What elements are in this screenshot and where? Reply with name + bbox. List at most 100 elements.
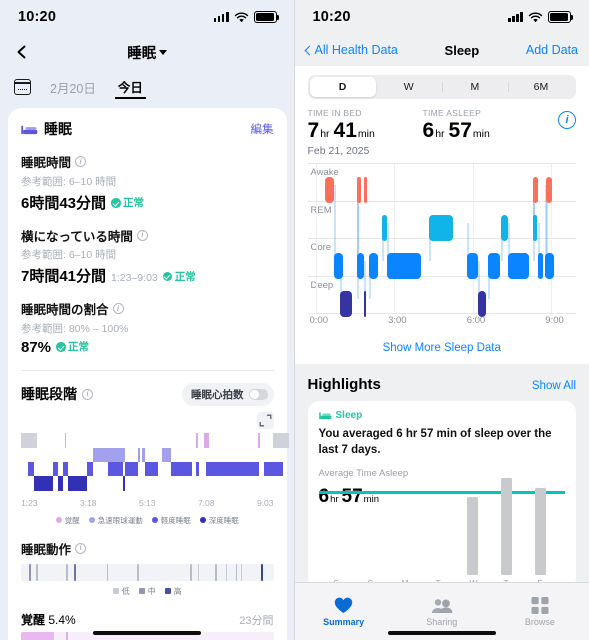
nav-bar-right: All Health Data Sleep Add Data <box>295 34 589 66</box>
sleep-stage-segment <box>205 461 260 476</box>
stat-minutes-unit: min <box>357 128 375 140</box>
status-time: 10:20 <box>312 9 351 25</box>
toggle-switch[interactable] <box>248 388 268 400</box>
x-tick: 0:00 <box>309 315 329 326</box>
weekly-sleep-bar-chart[interactable]: SSMTWTF <box>319 455 566 588</box>
vertical-gridline <box>315 163 317 313</box>
info-icon[interactable]: i <box>112 303 124 314</box>
x-tick: 3:18 <box>79 497 97 508</box>
sleep-stage-segment <box>357 177 361 203</box>
sleep-stages-chart[interactable] <box>21 432 289 495</box>
chart-date: Feb 21, 2025 <box>307 145 370 157</box>
motion-tick <box>190 563 192 581</box>
metric-range: 参考範囲: 6–10 時間 <box>21 249 117 261</box>
sleep-heart-rate-toggle[interactable]: 睡眠心拍数 <box>182 382 274 406</box>
highlight-card-sleep[interactable]: Sleep You averaged 6 hr 57 min of sleep … <box>307 401 576 589</box>
motion-tick <box>215 563 218 581</box>
stat-hours: 7 <box>307 119 320 142</box>
back-to-all-health-data-button[interactable]: All Health Data <box>304 43 398 57</box>
bed-icon <box>318 412 331 420</box>
left-phone-screen: 10:20 睡眠 2月20日 今日 睡眠 編集 睡眠時間 i 参考範囲: 6–1… <box>0 0 295 640</box>
sleep-stage-segment <box>195 432 198 448</box>
info-icon[interactable]: i <box>558 111 576 129</box>
sleep-detail-card: D W M 6M TIME IN BED 7 hr 41 min TIME AS… <box>294 66 589 364</box>
sleep-stage-segment <box>195 461 199 476</box>
legend-dot <box>55 517 62 523</box>
sleep-stages-chart-right[interactable]: Awake REM Core Deep 0:00 3:00 6:00 9:00 <box>307 163 577 333</box>
sleep-stage-segment <box>92 447 126 462</box>
chart-edge-block <box>21 432 37 448</box>
status-bar-right: 10:20 <box>295 0 589 34</box>
sleep-motion-title: 睡眠動作 i <box>21 539 274 558</box>
sleep-stage-segment <box>67 475 88 491</box>
metric-time-in-bed: 横になっている時間 i 参考範囲: 6–10 時間 7時間41分間 1:23–9… <box>21 226 274 287</box>
cellular-icon <box>213 12 229 22</box>
sleep-stages-header: 睡眠段階 i 睡眠心拍数 <box>21 382 274 406</box>
vertical-gridline <box>472 163 474 313</box>
motion-tick <box>74 563 77 581</box>
battery-icon <box>253 11 279 23</box>
stat-minutes-unit: min <box>472 128 490 140</box>
sleep-stage-segment <box>507 253 529 279</box>
legend-label: 軽度睡眠 <box>160 515 191 525</box>
awake-summary-row: 覚醒 5.4% 23分間 <box>21 611 274 628</box>
stat-label: TIME ASLEEP <box>422 108 482 118</box>
metric-value: 87% <box>21 338 52 356</box>
legend-label: 覚醒 <box>64 515 80 525</box>
edit-button[interactable]: 編集 <box>251 121 274 137</box>
battery-icon <box>548 11 574 23</box>
chart-gridlines: Awake REM Core Deep <box>307 163 576 317</box>
dual-screenshot: 10:20 睡眠 2月20日 今日 睡眠 編集 睡眠時間 i 参考範囲: 6–1… <box>0 0 589 640</box>
sleep-stage-segment <box>501 215 508 241</box>
date-tab-today[interactable]: 今日 <box>114 75 146 99</box>
tab-summary[interactable]: Summary <box>295 583 393 640</box>
range-segmented-control[interactable]: D W M 6M <box>307 75 576 99</box>
motion-tick <box>240 563 243 581</box>
segment-month[interactable]: M <box>441 77 508 97</box>
expand-icon[interactable] <box>256 411 274 429</box>
tab-browse[interactable]: Browse <box>491 583 589 640</box>
motion-tick <box>36 563 38 581</box>
back-button[interactable] <box>14 44 30 60</box>
add-data-button[interactable]: Add Data <box>526 43 578 57</box>
sleep-stage-segment <box>333 253 343 279</box>
segment-6month[interactable]: 6M <box>507 77 574 97</box>
wifi-icon <box>234 12 248 22</box>
legend-dot <box>88 517 95 523</box>
date-tab-previous[interactable]: 2月20日 <box>47 76 99 99</box>
y-axis-label: Core <box>310 242 332 253</box>
calendar-icon[interactable] <box>14 79 31 95</box>
stats-row: TIME IN BED 7 hr 41 min TIME ASLEEP 6 hr… <box>295 99 589 143</box>
motion-tick <box>197 563 200 581</box>
sleep-motion-section: 睡眠動作 i 低 中 高 <box>21 539 274 597</box>
info-icon[interactable]: i <box>75 156 87 167</box>
legend-swatch <box>112 588 119 594</box>
status-icons <box>213 11 279 23</box>
metric-value-row: 7時間41分間 1:23–9:03 正常 <box>21 265 274 286</box>
metric-range: 参考範囲: 6–10 時間 <box>21 175 117 188</box>
show-all-button[interactable]: Show All <box>532 380 576 392</box>
page-title[interactable]: 睡眠 <box>127 42 168 63</box>
info-icon[interactable]: i <box>75 542 87 554</box>
metric-value-row: 6時間43分間 正常 <box>21 192 274 213</box>
card-header: 睡眠 編集 <box>21 119 274 139</box>
stat-time-in-bed: TIME IN BED 7 hr 41 min <box>308 108 423 143</box>
status-badge-label: 正常 <box>174 270 196 283</box>
sleep-stage-segment <box>532 215 537 241</box>
x-tick: 3:00 <box>388 315 407 326</box>
info-icon[interactable]: i <box>82 388 93 400</box>
x-tick: 9:03 <box>256 497 274 508</box>
gridline <box>307 275 576 277</box>
bar <box>500 477 512 575</box>
info-icon[interactable]: i <box>136 229 148 241</box>
segment-day[interactable]: D <box>309 77 376 97</box>
sleep-motion-chart[interactable] <box>21 563 274 581</box>
segment-week[interactable]: W <box>376 77 442 97</box>
sleep-stage-segment <box>63 461 68 476</box>
sleep-stage-segment <box>170 461 192 476</box>
sleep-stage-segment <box>142 447 145 462</box>
show-more-sleep-data-button[interactable]: Show More Sleep Data <box>295 333 589 356</box>
chart-x-axis: 0:00 3:00 6:00 9:00 <box>308 315 577 333</box>
legend-label: 低 <box>121 586 130 596</box>
stat-hours-unit: hr <box>435 128 445 140</box>
